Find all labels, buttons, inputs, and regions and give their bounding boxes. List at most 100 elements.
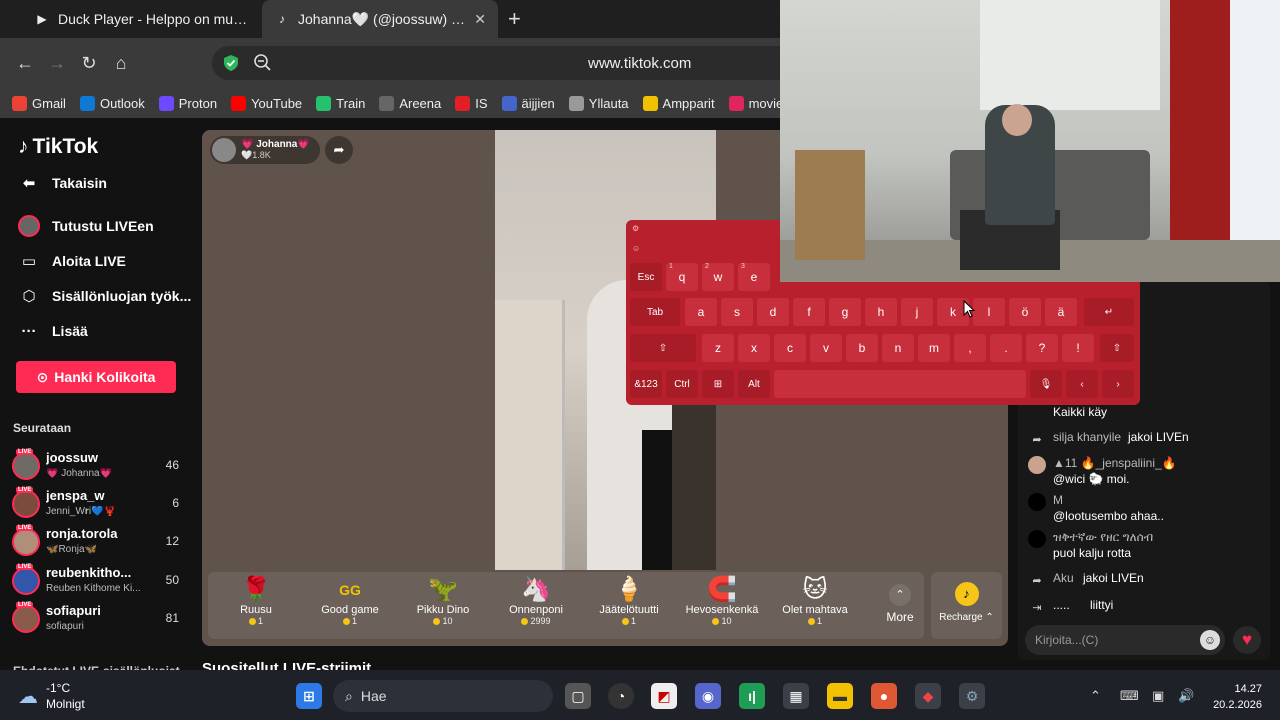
- reload-icon[interactable]: ↻: [76, 50, 102, 76]
- chat-app-icon[interactable]: ◔: [608, 683, 634, 709]
- network-icon[interactable]: ▣: [1152, 688, 1164, 704]
- keyboard-icon[interactable]: ⌨: [1120, 688, 1139, 704]
- key-f[interactable]: f: [793, 298, 825, 326]
- key-c[interactable]: c: [774, 334, 806, 362]
- key-period[interactable]: .: [990, 334, 1022, 362]
- key-g[interactable]: g: [829, 298, 861, 326]
- key-question[interactable]: ?: [1026, 334, 1058, 362]
- key-m[interactable]: m: [918, 334, 950, 362]
- close-tab-icon[interactable]: ✕: [474, 11, 486, 28]
- nav-explore-live[interactable]: Tutustu LIVEen: [18, 215, 154, 237]
- more-gifts-button[interactable]: ⌃ More: [880, 576, 920, 636]
- host-badge[interactable]: 💗 Johanna💗 🤍1.8K: [210, 136, 320, 164]
- following-item-jenspa[interactable]: LIVE jenspa_w Jenni_W𝐫i💙🦞 6: [12, 487, 187, 524]
- settings-icon[interactable]: ⚙: [959, 683, 985, 709]
- chat-input[interactable]: Kirjoita...(C): [1025, 625, 1225, 655]
- app-icon[interactable]: ◆: [915, 683, 941, 709]
- gift-pikku-dino[interactable]: 🦖 Pikku Dino 10: [400, 576, 486, 636]
- key-shift-right[interactable]: ⇧: [1100, 334, 1134, 362]
- gift-olet-mahtava[interactable]: 🐱 Olet mahtava 1: [772, 576, 858, 636]
- gift-hevosenkenka[interactable]: 🧲 Hevosenkenkä 10: [679, 576, 765, 636]
- bookmark-ampparit[interactable]: Ampparit: [642, 95, 715, 111]
- nav-creator-tools[interactable]: ⬡ Sisällönluojan työk...: [18, 285, 191, 307]
- recharge-button[interactable]: ♪ Recharge ⌃: [931, 572, 1002, 639]
- bookmark-gmail[interactable]: Gmail: [12, 95, 66, 111]
- key-z[interactable]: z: [702, 334, 734, 362]
- nav-more[interactable]: ··· Lisää: [18, 320, 88, 342]
- key-j[interactable]: j: [901, 298, 933, 326]
- following-item-sofiapuri[interactable]: LIVE sofiapuri sofiapuri 81: [12, 602, 187, 639]
- key-enter[interactable]: ↵: [1084, 298, 1134, 326]
- share-icon[interactable]: ➦: [325, 136, 353, 164]
- address-bar[interactable]: [212, 46, 812, 80]
- file-explorer-icon[interactable]: ▬: [827, 683, 853, 709]
- key-esc[interactable]: Esc: [630, 263, 662, 291]
- key-windows[interactable]: ⊞: [702, 370, 734, 398]
- url-text[interactable]: www.tiktok.com: [588, 55, 691, 72]
- task-view-icon[interactable]: ▢: [565, 683, 591, 709]
- tracker-app-icon[interactable]: ı|: [739, 683, 765, 709]
- bookmark-areena[interactable]: Areena: [379, 95, 441, 111]
- keyboard-emoji-icon[interactable]: ☺: [632, 244, 640, 253]
- bookmark-yllauta[interactable]: Yllauta: [568, 95, 629, 111]
- emoji-icon[interactable]: ☺: [1200, 630, 1220, 650]
- key-l[interactable]: l: [973, 298, 1005, 326]
- following-item-ronja[interactable]: LIVE ronja.torola 🦋Ronja🦋 12: [12, 525, 187, 562]
- key-a-umlaut[interactable]: ä: [1045, 298, 1077, 326]
- key-s[interactable]: s: [721, 298, 753, 326]
- key-shift-left[interactable]: ⇧: [630, 334, 696, 362]
- taskbar-search[interactable]: ⌕ Hae: [333, 680, 553, 712]
- key-v[interactable]: v: [810, 334, 842, 362]
- new-tab-icon[interactable]: +: [508, 6, 521, 32]
- key-n[interactable]: n: [882, 334, 914, 362]
- key-w[interactable]: 2w: [702, 263, 734, 291]
- bookmark-aijjien[interactable]: äijjien: [501, 95, 555, 111]
- key-right[interactable]: ›: [1102, 370, 1134, 398]
- key-exclamation[interactable]: !: [1062, 334, 1094, 362]
- bookmark-proton[interactable]: Proton: [158, 95, 217, 111]
- bookmark-outlook[interactable]: Outlook: [79, 95, 145, 111]
- following-item-joossuw[interactable]: LIVE joossuw 💗 Johanna💗 46: [12, 449, 187, 486]
- heart-icon[interactable]: ♥: [1233, 626, 1261, 654]
- gift-onnenponi[interactable]: 🦄 Onnenponi 2999: [493, 576, 579, 636]
- key-d[interactable]: d: [757, 298, 789, 326]
- key-left[interactable]: ‹: [1066, 370, 1098, 398]
- chevron-up-icon[interactable]: ⌃: [1090, 688, 1101, 704]
- home-icon[interactable]: ⌂: [108, 50, 134, 76]
- duckduckgo-icon[interactable]: ●: [871, 683, 897, 709]
- key-e[interactable]: 3e: [738, 263, 770, 291]
- windows-start-icon[interactable]: ⊞: [296, 683, 322, 709]
- nav-start-live[interactable]: ▭ Aloita LIVE: [18, 250, 126, 272]
- back-icon[interactable]: ←: [12, 50, 38, 76]
- clock[interactable]: 14.27 20.2.2026: [1206, 681, 1262, 713]
- tab-tiktok[interactable]: ♪ Johanna🤍 (@joossuw) on ✕: [262, 0, 498, 38]
- following-item-reuben[interactable]: LIVE reubenkitho... Reuben Kithome Ki...…: [12, 564, 187, 601]
- key-b[interactable]: b: [846, 334, 878, 362]
- bookmark-youtube[interactable]: YouTube: [231, 95, 302, 111]
- key-space[interactable]: [774, 370, 1026, 398]
- key-ctrl[interactable]: Ctrl: [666, 370, 698, 398]
- bookmark-is[interactable]: IS: [455, 95, 488, 111]
- gift-ruusu[interactable]: 🌹 Ruusu 1: [213, 576, 299, 636]
- key-symbols[interactable]: &123: [630, 370, 662, 398]
- shield-icon[interactable]: [222, 54, 240, 72]
- key-x[interactable]: x: [738, 334, 770, 362]
- key-q[interactable]: 1q: [666, 263, 698, 291]
- key-tab[interactable]: Tab: [630, 298, 680, 326]
- bookmark-train[interactable]: Train: [316, 95, 365, 111]
- calculator-icon[interactable]: ▦: [783, 683, 809, 709]
- key-o-umlaut[interactable]: ö: [1009, 298, 1041, 326]
- get-coins-button[interactable]: ⊙ Hanki Kolikoita: [16, 361, 176, 393]
- screen-recorder-icon[interactable]: ◉: [695, 683, 721, 709]
- key-alt[interactable]: Alt: [738, 370, 770, 398]
- weather-widget[interactable]: ☁ -1°C Molnigt: [18, 680, 85, 712]
- key-a[interactable]: a: [685, 298, 717, 326]
- gift-jaatelotuutti[interactable]: 🍦 Jäätelötuutti 1: [586, 576, 672, 636]
- gift-good-game[interactable]: GG Good game 1: [307, 576, 393, 636]
- keyboard-settings-icon[interactable]: ⚙: [632, 224, 639, 233]
- key-microphone[interactable]: 🎙: [1030, 370, 1062, 398]
- key-h[interactable]: h: [865, 298, 897, 326]
- zoom-icon[interactable]: [253, 53, 273, 73]
- back-link[interactable]: ⬅ Takaisin: [18, 172, 107, 194]
- pdf-app-icon[interactable]: ◩: [651, 683, 677, 709]
